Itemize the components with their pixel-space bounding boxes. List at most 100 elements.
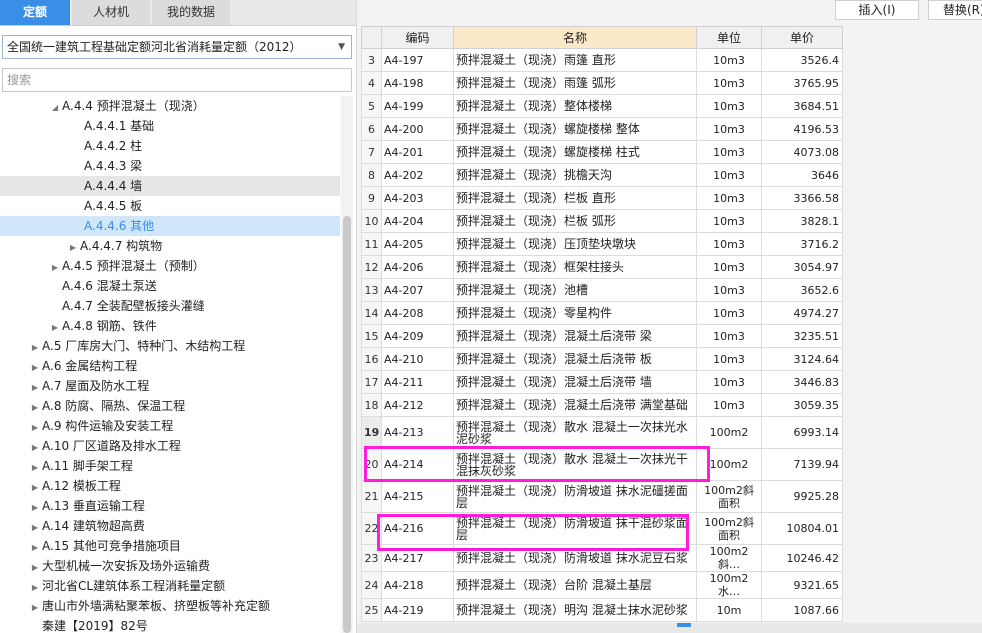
column-header-unit[interactable]: 单位 bbox=[696, 26, 762, 49]
price-cell[interactable]: 4974.27 bbox=[761, 301, 843, 325]
name-cell[interactable]: 预拌混凝土（现浇）散水 混凝土一次抹光水泥砂浆 bbox=[453, 416, 697, 449]
table-row[interactable]: 17 A4-211 预拌混凝土（现浇）混凝土后浇带 墙 10m3 3446.83 bbox=[361, 370, 843, 394]
row-index-cell[interactable]: 9 bbox=[361, 186, 382, 210]
tree-node[interactable]: ▶ A.4.8 钢筋、铁件 bbox=[0, 316, 340, 336]
row-index-cell[interactable]: 24 bbox=[361, 571, 382, 599]
name-cell[interactable]: 预拌混凝土（现浇）混凝土后浇带 板 bbox=[453, 347, 697, 371]
table-row[interactable]: 16 A4-210 预拌混凝土（现浇）混凝土后浇带 板 10m3 3124.64 bbox=[361, 347, 843, 371]
price-cell[interactable]: 3716.2 bbox=[761, 232, 843, 256]
tree-node[interactable]: A.4.4.5 板 bbox=[0, 196, 340, 216]
table-row[interactable]: 24 A4-218 预拌混凝土（现浇）台阶 混凝土基层 100m2水… 9321.65 bbox=[361, 571, 843, 599]
unit-cell[interactable]: 10m3 bbox=[696, 71, 762, 95]
table-row[interactable]: 18 A4-212 预拌混凝土（现浇）混凝土后浇带 满堂基础 10m3 3059.35 bbox=[361, 393, 843, 417]
unit-cell[interactable]: 10m3 bbox=[696, 347, 762, 371]
row-index-cell[interactable]: 11 bbox=[361, 232, 382, 256]
code-cell[interactable]: A4-203 bbox=[381, 186, 454, 210]
code-cell[interactable]: A4-197 bbox=[381, 48, 454, 72]
tree-node[interactable]: ▶ A.4.4.7 构筑物 bbox=[0, 236, 340, 256]
unit-cell[interactable]: 10m3 bbox=[696, 393, 762, 417]
expand-arrow-icon[interactable]: ▶ bbox=[66, 238, 80, 258]
expand-arrow-icon[interactable]: ▶ bbox=[48, 318, 62, 338]
name-cell[interactable]: 预拌混凝土（现浇）混凝土后浇带 梁 bbox=[453, 324, 697, 348]
name-cell[interactable]: 预拌混凝土（现浇）混凝土后浇带 满堂基础 bbox=[453, 393, 697, 417]
name-cell[interactable]: 预拌混凝土（现浇）框架柱接头 bbox=[453, 255, 697, 279]
library-select[interactable]: 全国统一建筑工程基础定额河北省消耗量定额（2012） ▼ bbox=[2, 35, 352, 59]
expand-arrow-icon[interactable]: ▶ bbox=[28, 478, 42, 498]
tree-node[interactable]: ▶ 唐山市外墙满粘聚苯板、挤塑板等补充定额 bbox=[0, 596, 340, 616]
price-cell[interactable]: 3828.1 bbox=[761, 209, 843, 233]
expand-arrow-icon[interactable]: ▶ bbox=[28, 358, 42, 378]
name-cell[interactable]: 预拌混凝土（现浇）螺旋楼梯 柱式 bbox=[453, 140, 697, 164]
price-cell[interactable]: 6993.14 bbox=[761, 416, 843, 449]
table-row[interactable]: 14 A4-208 预拌混凝土（现浇）零星构件 10m3 4974.27 bbox=[361, 301, 843, 325]
code-cell[interactable]: A4-202 bbox=[381, 163, 454, 187]
price-cell[interactable]: 3235.51 bbox=[761, 324, 843, 348]
row-index-cell[interactable]: 19 bbox=[361, 416, 382, 449]
price-cell[interactable]: 3059.35 bbox=[761, 393, 843, 417]
tree-node[interactable]: ▶ A.5 厂库房大门、特种门、木结构工程 bbox=[0, 336, 340, 356]
table-row[interactable]: 8 A4-202 预拌混凝土（现浇）挑檐天沟 10m3 3646 bbox=[361, 163, 843, 187]
unit-cell[interactable]: 100m2斜面积 bbox=[696, 480, 762, 513]
name-cell[interactable]: 预拌混凝土（现浇）栏板 直形 bbox=[453, 186, 697, 210]
code-cell[interactable]: A4-215 bbox=[381, 480, 454, 513]
tree-scrollbar-thumb[interactable] bbox=[343, 216, 351, 633]
name-cell[interactable]: 预拌混凝土（现浇）台阶 混凝土基层 bbox=[453, 571, 697, 599]
price-cell[interactable]: 9321.65 bbox=[761, 571, 843, 599]
code-cell[interactable]: A4-212 bbox=[381, 393, 454, 417]
price-cell[interactable]: 9925.28 bbox=[761, 480, 843, 513]
tree-node[interactable]: A.4.4.1 基础 bbox=[0, 116, 340, 136]
tree-node[interactable]: ▶ A.13 垂直运输工程 bbox=[0, 496, 340, 516]
name-cell[interactable]: 预拌混凝土（现浇）螺旋楼梯 整体 bbox=[453, 117, 697, 141]
unit-cell[interactable]: 10m bbox=[696, 598, 762, 622]
search-input[interactable]: 搜索 bbox=[2, 68, 352, 92]
tree-node[interactable]: ▶ A.14 建筑物超高费 bbox=[0, 516, 340, 536]
unit-cell[interactable]: 100m2 bbox=[696, 416, 762, 449]
code-cell[interactable]: A4-207 bbox=[381, 278, 454, 302]
price-cell[interactable]: 3684.51 bbox=[761, 94, 843, 118]
tree-node[interactable]: ▶ A.7 屋面及防水工程 bbox=[0, 376, 340, 396]
name-cell[interactable]: 预拌混凝土（现浇）雨篷 直形 bbox=[453, 48, 697, 72]
price-cell[interactable]: 3526.4 bbox=[761, 48, 843, 72]
expand-arrow-icon[interactable]: ▶ bbox=[28, 438, 42, 458]
expand-arrow-icon[interactable]: ▶ bbox=[28, 338, 42, 358]
row-index-cell[interactable]: 14 bbox=[361, 301, 382, 325]
price-cell[interactable]: 3646 bbox=[761, 163, 843, 187]
name-cell[interactable]: 预拌混凝土（现浇）明沟 混凝土抹水泥砂浆 bbox=[453, 598, 697, 622]
name-cell[interactable]: 预拌混凝土（现浇）池槽 bbox=[453, 278, 697, 302]
expand-arrow-icon[interactable]: ▶ bbox=[28, 558, 42, 578]
code-cell[interactable]: A4-198 bbox=[381, 71, 454, 95]
tab-my-data[interactable]: 我的数据 bbox=[152, 0, 230, 25]
table-row[interactable]: 21 A4-215 预拌混凝土（现浇）防滑坡道 抹水泥礓搓面层 100m2斜面积 992… bbox=[361, 480, 843, 513]
name-cell[interactable]: 预拌混凝土（现浇）防滑坡道 抹水泥礓搓面层 bbox=[453, 480, 697, 513]
unit-cell[interactable]: 10m3 bbox=[696, 255, 762, 279]
unit-cell[interactable]: 10m3 bbox=[696, 209, 762, 233]
expand-arrow-icon[interactable]: ▶ bbox=[28, 518, 42, 538]
table-row[interactable]: 25 A4-219 预拌混凝土（现浇）明沟 混凝土抹水泥砂浆 10m 1087.66 bbox=[361, 598, 843, 622]
unit-cell[interactable]: 10m3 bbox=[696, 278, 762, 302]
column-header-price[interactable]: 单价 bbox=[761, 26, 843, 49]
tree-node[interactable]: A.4.6 混凝土泵送 bbox=[0, 276, 340, 296]
table-row[interactable]: 13 A4-207 预拌混凝土（现浇）池槽 10m3 3652.6 bbox=[361, 278, 843, 302]
row-index-cell[interactable]: 15 bbox=[361, 324, 382, 348]
expand-arrow-icon[interactable]: ▶ bbox=[28, 458, 42, 478]
row-index-cell[interactable]: 17 bbox=[361, 370, 382, 394]
expand-arrow-icon[interactable]: ▶ bbox=[28, 538, 42, 558]
price-cell[interactable]: 3446.83 bbox=[761, 370, 843, 394]
column-header-name[interactable]: 名称 bbox=[453, 26, 697, 49]
code-cell[interactable]: A4-204 bbox=[381, 209, 454, 233]
price-cell[interactable]: 3765.95 bbox=[761, 71, 843, 95]
price-cell[interactable]: 3124.64 bbox=[761, 347, 843, 371]
unit-cell[interactable]: 10m3 bbox=[696, 301, 762, 325]
table-row[interactable]: 5 A4-199 预拌混凝土（现浇）整体楼梯 10m3 3684.51 bbox=[361, 94, 843, 118]
expand-arrow-icon[interactable]: ▶ bbox=[28, 578, 42, 598]
row-index-cell[interactable]: 16 bbox=[361, 347, 382, 371]
row-index-cell[interactable]: 6 bbox=[361, 117, 382, 141]
row-index-cell[interactable]: 21 bbox=[361, 480, 382, 513]
name-cell[interactable]: 预拌混凝土（现浇）压顶垫块墩块 bbox=[453, 232, 697, 256]
code-cell[interactable]: A4-211 bbox=[381, 370, 454, 394]
price-cell[interactable]: 3652.6 bbox=[761, 278, 843, 302]
expand-arrow-icon[interactable]: ▶ bbox=[28, 598, 42, 618]
unit-cell[interactable]: 10m3 bbox=[696, 370, 762, 394]
row-index-cell[interactable]: 18 bbox=[361, 393, 382, 417]
tree-node[interactable]: ▶ A.9 构件运输及安装工程 bbox=[0, 416, 340, 436]
